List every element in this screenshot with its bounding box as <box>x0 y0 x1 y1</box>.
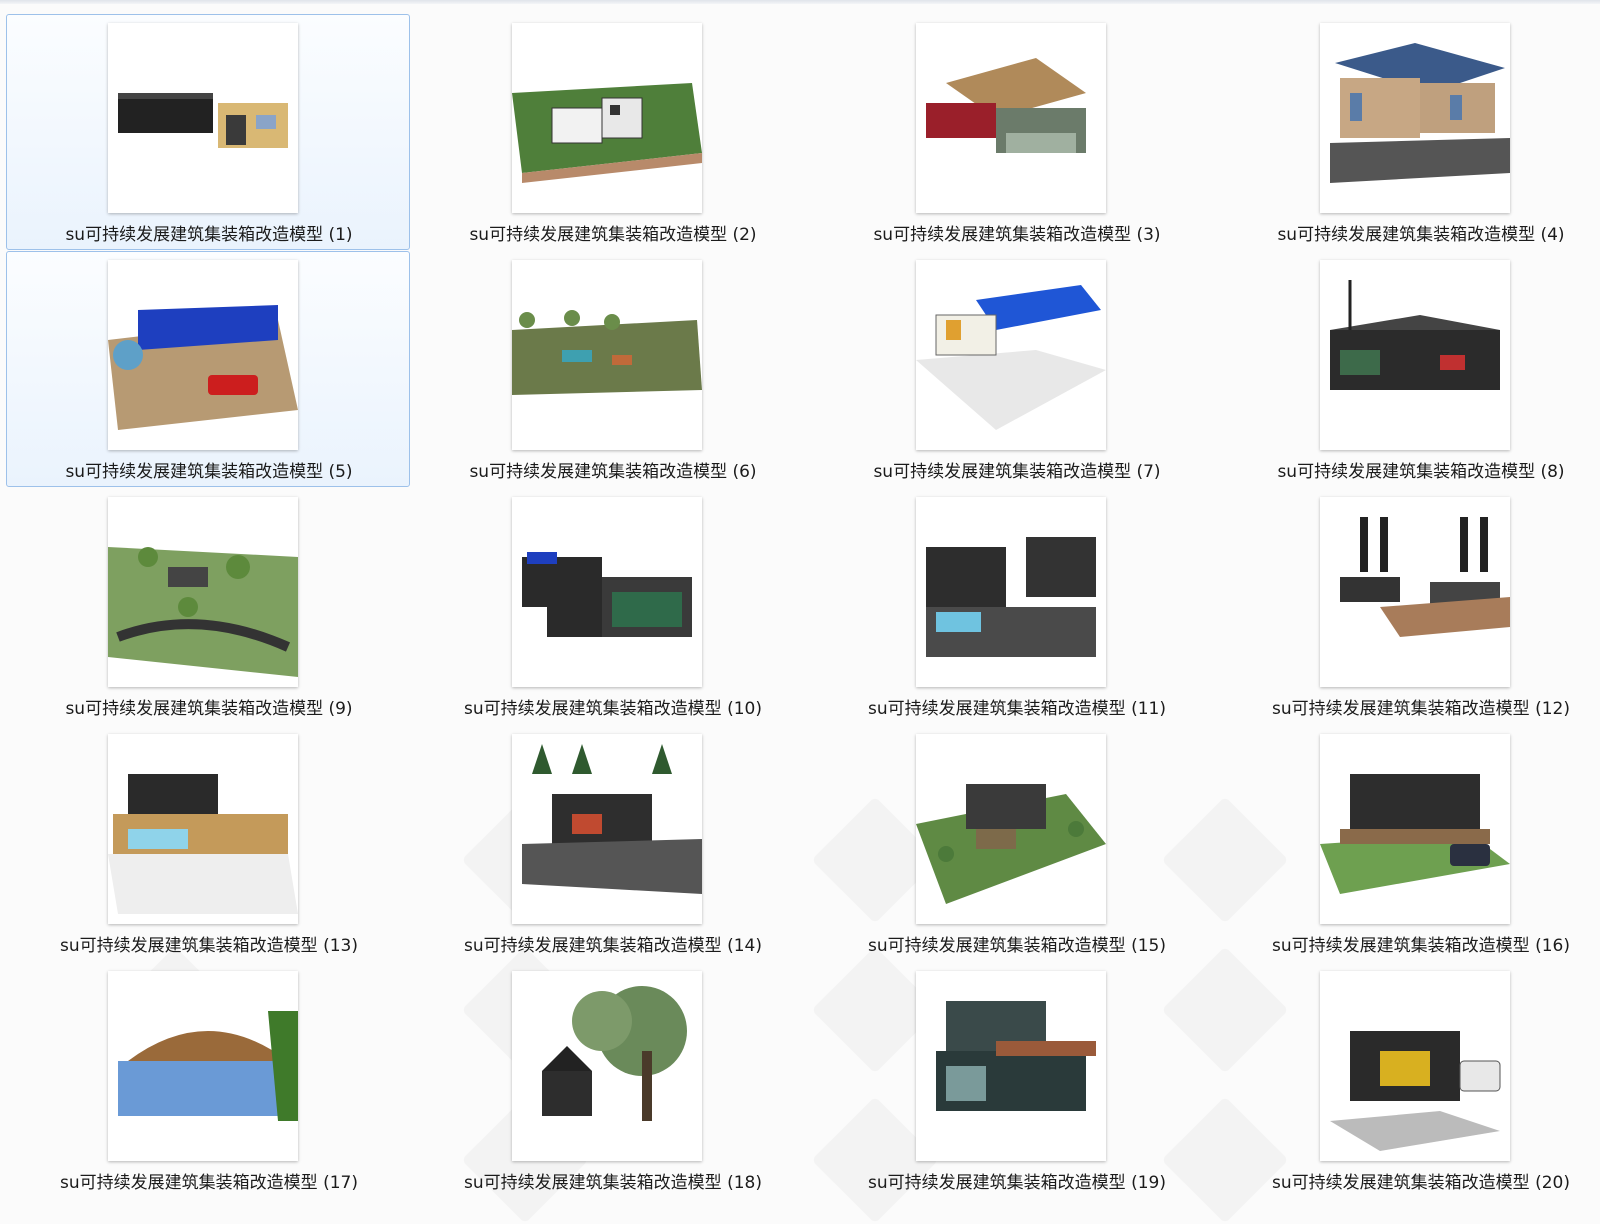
file-thumbnail <box>512 497 702 687</box>
file-thumbnail <box>108 260 298 450</box>
file-item[interactable]: su可持续发展建筑集装箱改造模型 (19) <box>814 962 1218 1198</box>
file-thumbnail <box>1320 734 1510 924</box>
file-name-label: su可持续发展建筑集装箱改造模型 (2) <box>469 225 757 245</box>
file-thumbnail <box>512 734 702 924</box>
file-thumbnail <box>916 23 1106 213</box>
file-thumbnail <box>512 260 702 450</box>
file-item[interactable]: su可持续发展建筑集装箱改造模型 (13) <box>6 725 410 961</box>
file-item[interactable]: su可持续发展建筑集装箱改造模型 (15) <box>814 725 1218 961</box>
file-thumbnail <box>512 971 702 1161</box>
file-name-label: su可持续发展建筑集装箱改造模型 (7) <box>873 462 1161 482</box>
file-item[interactable]: su可持续发展建筑集装箱改造模型 (7) <box>814 251 1218 487</box>
file-item[interactable]: su可持续发展建筑集装箱改造模型 (11) <box>814 488 1218 724</box>
file-name-label: su可持续发展建筑集装箱改造模型 (16) <box>1272 936 1570 956</box>
file-thumbnail <box>108 497 298 687</box>
file-thumbnail-grid: su可持续发展建筑集装箱改造模型 (1) su可持续发展建筑集装箱改造模型 (2)… <box>0 0 1600 1218</box>
file-item[interactable]: su可持续发展建筑集装箱改造模型 (18) <box>410 962 814 1198</box>
file-item[interactable]: su可持续发展建筑集装箱改造模型 (5) <box>6 251 410 487</box>
file-name-label: su可持续发展建筑集装箱改造模型 (6) <box>469 462 757 482</box>
file-thumbnail <box>108 23 298 213</box>
file-thumbnail <box>916 497 1106 687</box>
file-name-label: su可持续发展建筑集装箱改造模型 (5) <box>65 462 353 482</box>
file-name-label: su可持续发展建筑集装箱改造模型 (3) <box>873 225 1161 245</box>
file-item[interactable]: su可持续发展建筑集装箱改造模型 (4) <box>1218 14 1600 250</box>
file-item[interactable]: su可持续发展建筑集装箱改造模型 (8) <box>1218 251 1600 487</box>
file-item[interactable]: su可持续发展建筑集装箱改造模型 (14) <box>410 725 814 961</box>
file-item[interactable]: su可持续发展建筑集装箱改造模型 (10) <box>410 488 814 724</box>
file-thumbnail <box>916 734 1106 924</box>
file-name-label: su可持续发展建筑集装箱改造模型 (8) <box>1277 462 1565 482</box>
file-name-label: su可持续发展建筑集装箱改造模型 (4) <box>1277 225 1565 245</box>
file-name-label: su可持续发展建筑集装箱改造模型 (15) <box>868 936 1166 956</box>
file-item[interactable]: su可持续发展建筑集装箱改造模型 (9) <box>6 488 410 724</box>
file-name-label: su可持续发展建筑集装箱改造模型 (14) <box>464 936 762 956</box>
file-item[interactable]: su可持续发展建筑集装箱改造模型 (12) <box>1218 488 1600 724</box>
file-item[interactable]: su可持续发展建筑集装箱改造模型 (1) <box>6 14 410 250</box>
file-thumbnail <box>108 971 298 1161</box>
file-name-label: su可持续发展建筑集装箱改造模型 (20) <box>1272 1173 1570 1193</box>
file-thumbnail <box>916 260 1106 450</box>
file-name-label: su可持续发展建筑集装箱改造模型 (19) <box>868 1173 1166 1193</box>
file-name-label: su可持续发展建筑集装箱改造模型 (13) <box>60 936 358 956</box>
file-name-label: su可持续发展建筑集装箱改造模型 (12) <box>1272 699 1570 719</box>
file-thumbnail <box>1320 23 1510 213</box>
file-thumbnail <box>512 23 702 213</box>
file-thumbnail <box>1320 497 1510 687</box>
file-name-label: su可持续发展建筑集装箱改造模型 (10) <box>464 699 762 719</box>
file-thumbnail <box>1320 260 1510 450</box>
file-item[interactable]: su可持续发展建筑集装箱改造模型 (20) <box>1218 962 1600 1198</box>
file-name-label: su可持续发展建筑集装箱改造模型 (17) <box>60 1173 358 1193</box>
file-name-label: su可持续发展建筑集装箱改造模型 (1) <box>65 225 353 245</box>
file-item[interactable]: su可持续发展建筑集装箱改造模型 (6) <box>410 251 814 487</box>
file-name-label: su可持续发展建筑集装箱改造模型 (18) <box>464 1173 762 1193</box>
file-thumbnail <box>1320 971 1510 1161</box>
file-thumbnail <box>916 971 1106 1161</box>
file-item[interactable]: su可持续发展建筑集装箱改造模型 (16) <box>1218 725 1600 961</box>
file-name-label: su可持续发展建筑集装箱改造模型 (11) <box>868 699 1166 719</box>
file-item[interactable]: su可持续发展建筑集装箱改造模型 (2) <box>410 14 814 250</box>
file-item[interactable]: su可持续发展建筑集装箱改造模型 (17) <box>6 962 410 1198</box>
file-name-label: su可持续发展建筑集装箱改造模型 (9) <box>65 699 353 719</box>
file-thumbnail <box>108 734 298 924</box>
file-item[interactable]: su可持续发展建筑集装箱改造模型 (3) <box>814 14 1218 250</box>
